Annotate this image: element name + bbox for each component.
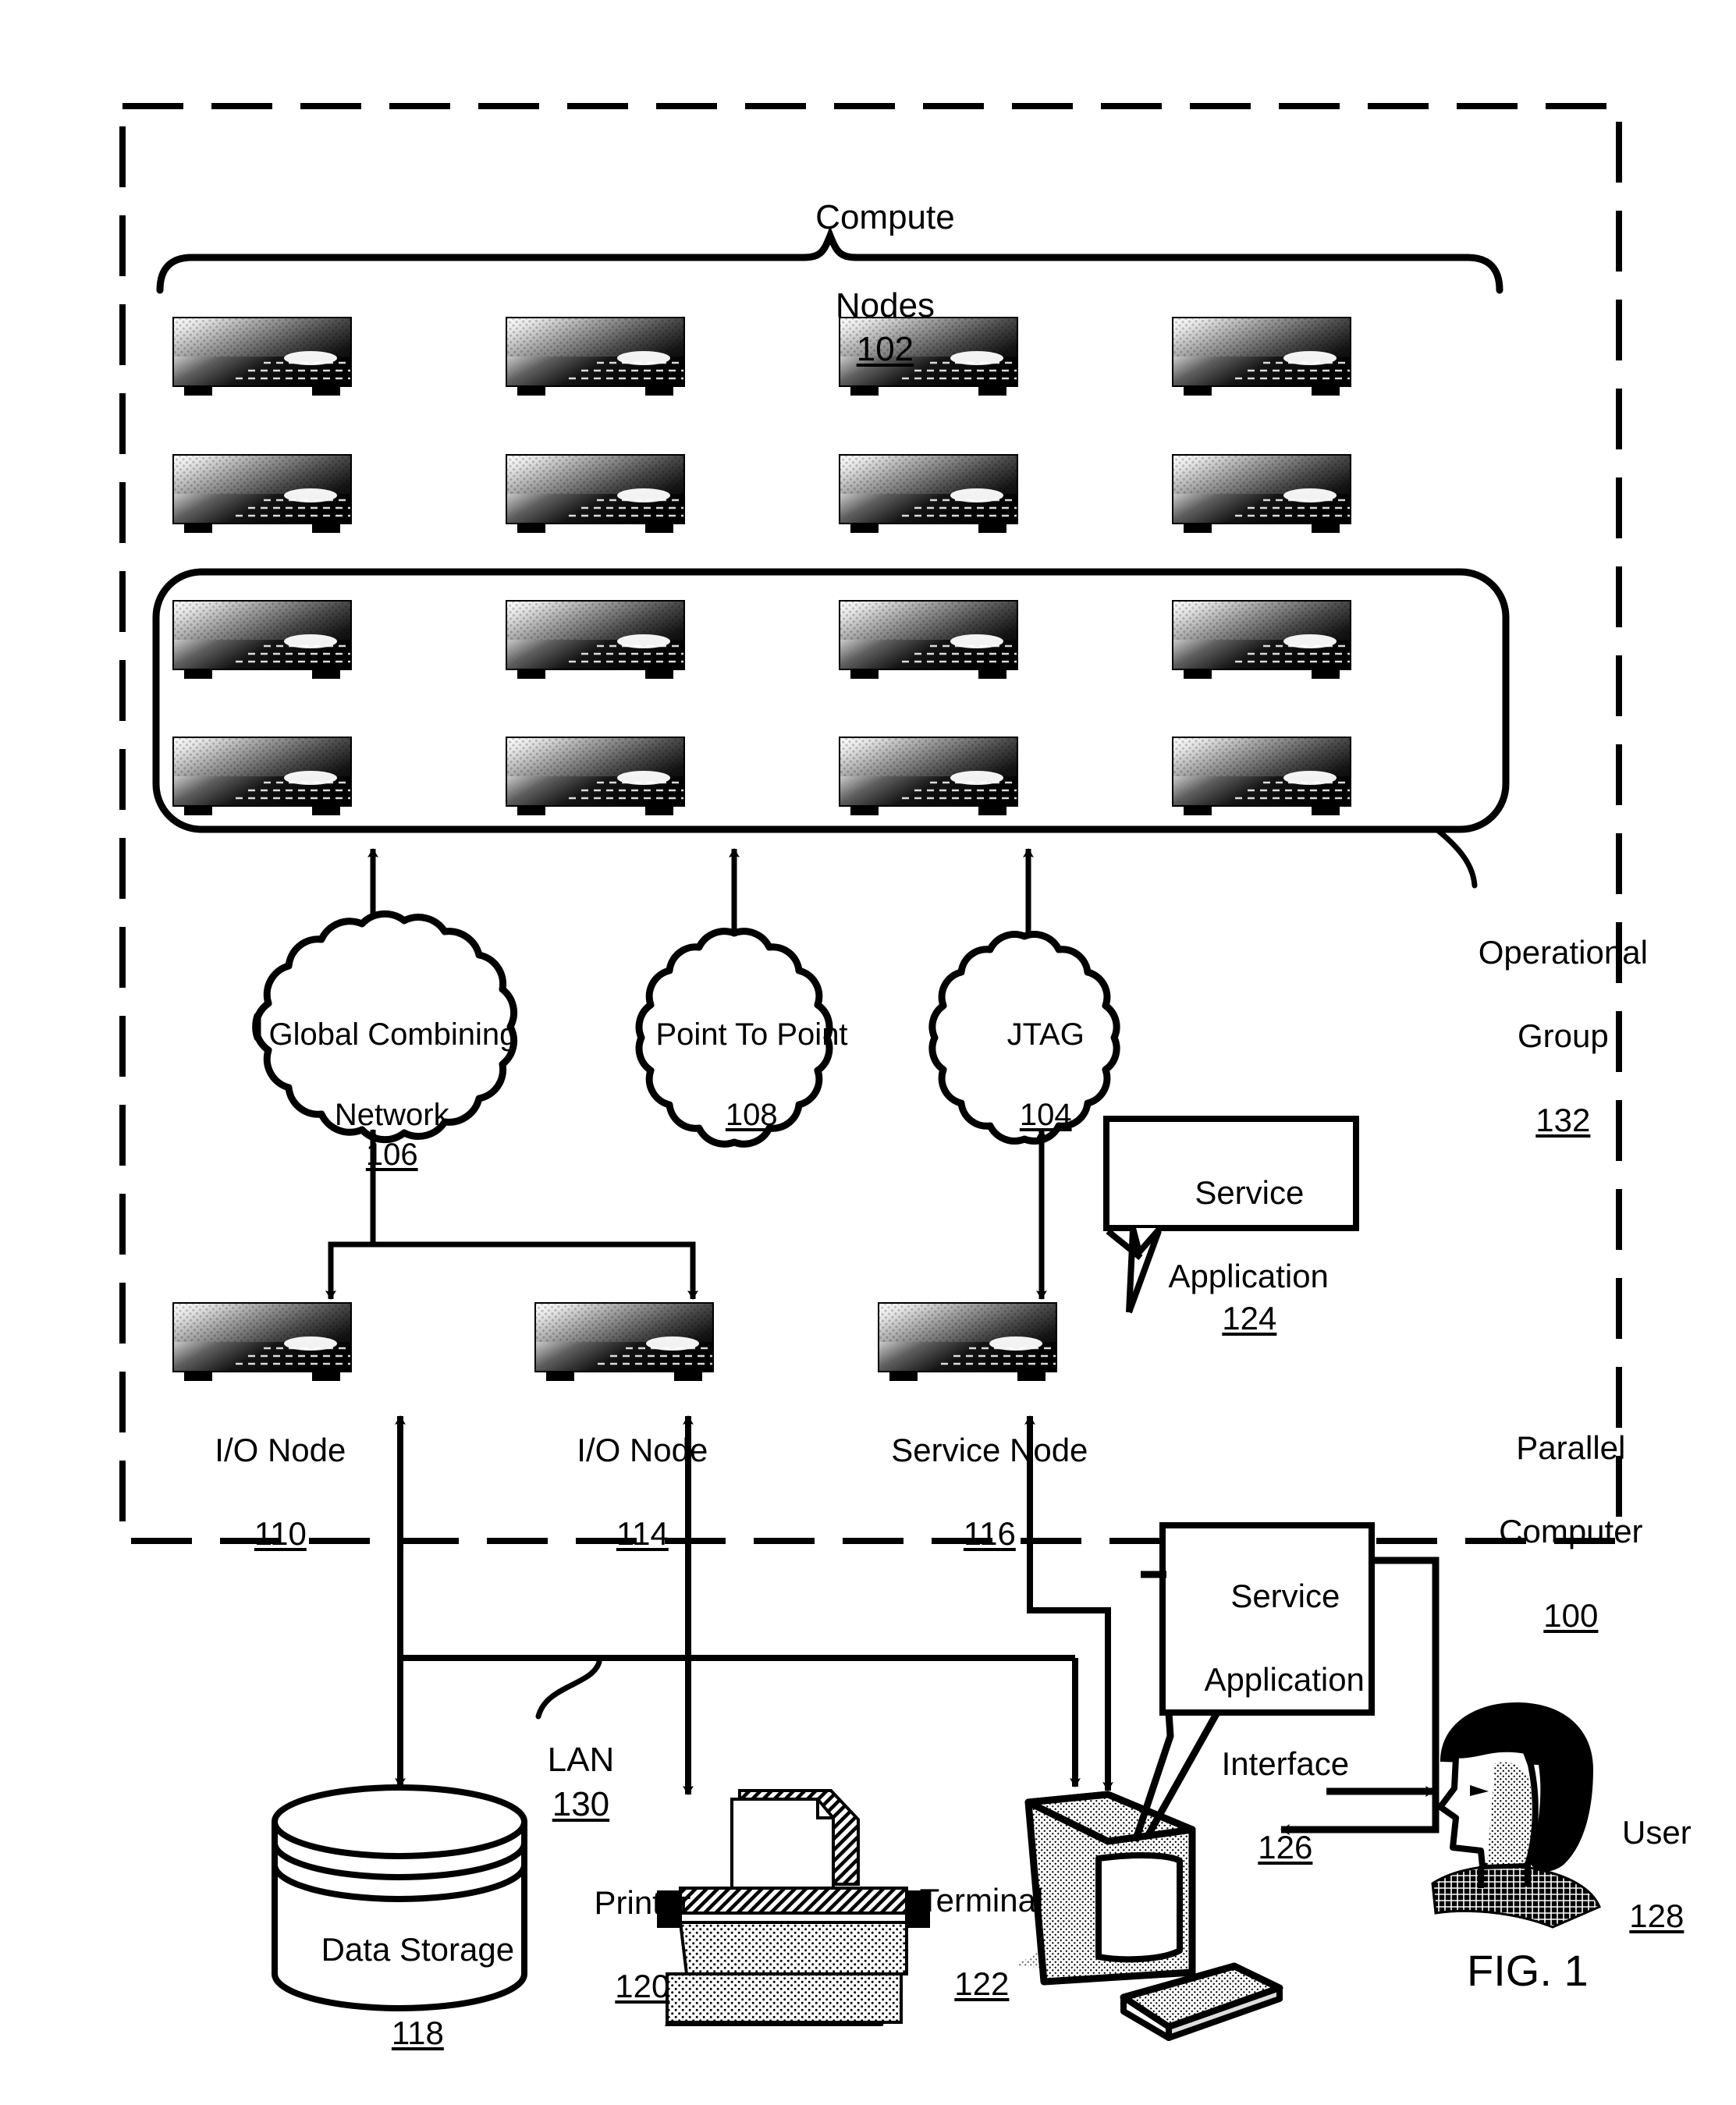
cloud-point-to-point[interactable] (635, 928, 833, 1148)
compute-node[interactable] (505, 453, 686, 534)
user-icon (1431, 1702, 1601, 1929)
gcn-to-io-connector (325, 1129, 698, 1300)
node-icon-service-116[interactable] (877, 1301, 1058, 1383)
data-storage-icon[interactable] (272, 1784, 527, 2011)
network-clouds (252, 910, 1120, 1148)
compute-node[interactable] (505, 736, 686, 817)
node-icon-io-110[interactable] (172, 1301, 353, 1383)
compute-node[interactable] (838, 453, 1019, 534)
compute-nodes-brace (156, 225, 1503, 294)
compute-node[interactable] (838, 599, 1019, 680)
diagram-vector-layer (119, 103, 1622, 2041)
lan-leader (535, 1659, 602, 1720)
compute-node[interactable] (505, 316, 686, 397)
service-application-callout[interactable] (1103, 1116, 1359, 1314)
compute-node[interactable] (172, 599, 353, 680)
patent-figure-canvas: Compute Nodes 102 Operational Group 132 … (0, 0, 1736, 2105)
compute-node[interactable] (505, 599, 686, 680)
compute-node[interactable] (1171, 599, 1352, 680)
printer-icon[interactable] (657, 1789, 930, 2026)
compute-node[interactable] (172, 316, 353, 397)
io-and-service-nodes (172, 1301, 1058, 1383)
node-icon-io-114[interactable] (534, 1301, 715, 1383)
lan-bus (395, 1415, 1113, 1795)
compute-node[interactable] (838, 316, 1019, 397)
cloud-global-combining-network[interactable] (252, 910, 518, 1144)
compute-node[interactable] (1171, 316, 1352, 397)
compute-node[interactable] (838, 736, 1019, 817)
compute-node-grid (172, 316, 1352, 817)
compute-node[interactable] (1171, 453, 1352, 534)
compute-node[interactable] (172, 736, 353, 817)
compute-node[interactable] (172, 453, 353, 534)
cloud-jtag[interactable] (928, 931, 1120, 1145)
compute-node[interactable] (1171, 736, 1352, 817)
